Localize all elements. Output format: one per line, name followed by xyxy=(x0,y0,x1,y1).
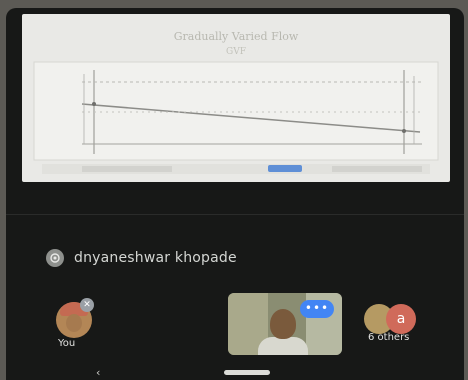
diagram-point-2 xyxy=(402,129,406,133)
slide-subtitle: GVF xyxy=(226,47,246,57)
back-icon[interactable]: ‹ xyxy=(96,366,100,379)
diagram-point-1 xyxy=(92,102,96,106)
self-label: You xyxy=(58,338,76,349)
slide-title: Gradually Varied Flow xyxy=(174,30,299,43)
others-avatar-2: a xyxy=(386,304,416,334)
slide-controls-right[interactable] xyxy=(332,166,422,172)
slide-controls-left[interactable] xyxy=(82,166,172,172)
home-gesture-bar[interactable] xyxy=(224,370,270,375)
presenter-name: dnyaneshwar khopade xyxy=(74,250,237,266)
others-label: 6 others xyxy=(368,332,410,343)
speaker-video-body xyxy=(258,337,308,355)
mic-muted-icon: ✕ xyxy=(80,298,94,312)
presenting-icon xyxy=(46,249,64,267)
slide-controls-highlight[interactable] xyxy=(268,165,302,172)
meet-call-screen: Gradually Varied Flow GVF dnyaneshwar kh… xyxy=(6,8,464,380)
system-nav-bar: ‹ xyxy=(6,364,464,380)
shared-presentation: Gradually Varied Flow GVF xyxy=(22,14,450,182)
presenter-row[interactable]: dnyaneshwar khopade xyxy=(46,244,237,272)
divider xyxy=(6,214,464,215)
slide-diagram-area xyxy=(33,61,439,161)
presentation-slide: Gradually Varied Flow GVF xyxy=(33,30,439,174)
participant-tile-you[interactable]: ✕ You xyxy=(52,298,98,352)
participant-tile-others[interactable]: a 6 others xyxy=(358,298,438,352)
speaker-video-head xyxy=(270,309,296,339)
audio-level-icon: ••• xyxy=(300,300,334,318)
